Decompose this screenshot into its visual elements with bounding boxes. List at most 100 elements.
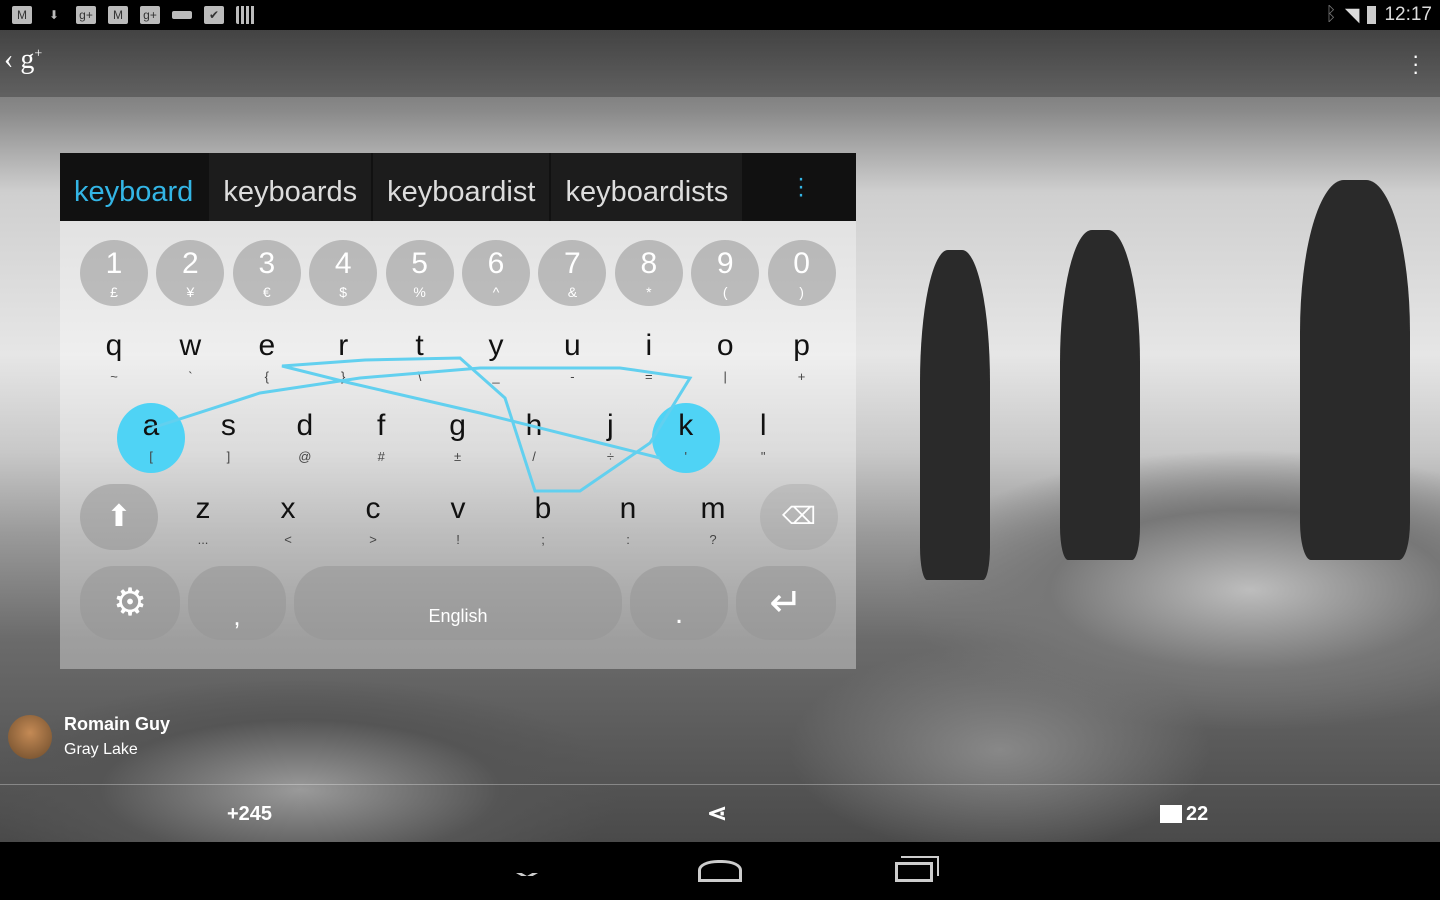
plus-one-button[interactable]: +245	[227, 803, 272, 826]
key-secondary-label: %	[413, 284, 426, 300]
period-label: .	[674, 597, 684, 630]
suggestions-more-icon[interactable]: · · ·	[796, 167, 806, 207]
key-secondary-label: (	[722, 284, 728, 300]
space-key[interactable]: English	[294, 566, 622, 640]
key-s[interactable]: s]	[193, 403, 263, 473]
post-footer: +245 ⋖ 22	[0, 784, 1440, 842]
key-w[interactable]: w `	[155, 323, 225, 393]
key-y[interactable]: y _	[461, 323, 531, 393]
key-9[interactable]: 9(	[691, 240, 760, 306]
suggestion[interactable]: keyboards	[209, 153, 372, 221]
suggestion[interactable]: keyboard	[60, 153, 208, 221]
clock: 12:17	[1384, 4, 1432, 25]
key-secondary-label: £	[110, 284, 118, 300]
key-secondary-label: "	[760, 449, 766, 464]
key-2[interactable]: 2 ¥	[156, 240, 225, 306]
enter-key[interactable]: ↵	[736, 566, 836, 640]
key-g[interactable]: g ±	[423, 403, 493, 473]
up-button[interactable]: ‹ g+	[4, 44, 42, 76]
hide-keyboard-icon[interactable]	[510, 866, 544, 876]
key-label: 3	[258, 247, 276, 280]
key-p[interactable]: p +	[767, 323, 837, 393]
key-label: o	[716, 329, 734, 362]
key-secondary-label: ~	[110, 369, 118, 384]
key-j[interactable]: j ÷	[575, 403, 645, 473]
key-i[interactable]: i =	[614, 323, 684, 393]
author-name[interactable]: Romain Guy	[64, 714, 170, 735]
key-label: w	[179, 329, 202, 362]
key-7[interactable]: 7 &	[538, 240, 607, 306]
key-h[interactable]: h /	[499, 403, 569, 473]
key-secondary-label: /	[532, 449, 536, 464]
key-n[interactable]: n:	[593, 486, 663, 556]
key-label: e	[258, 329, 276, 362]
period-key[interactable]: .	[630, 566, 728, 640]
recents-icon[interactable]	[895, 862, 933, 882]
key-label: d	[296, 409, 314, 442]
key-x[interactable]: x <	[253, 486, 323, 556]
suggestion[interactable]: keyboardist	[373, 153, 550, 221]
key-o[interactable]: o |	[690, 323, 760, 393]
key-label: 6	[487, 247, 505, 280]
key-l[interactable]: l "	[728, 403, 798, 473]
photo-attribution[interactable]: Romain Guy Gray Lake	[8, 714, 170, 759]
key-t[interactable]: t \	[385, 323, 455, 393]
key-k[interactable]: k '	[651, 403, 720, 473]
comments-button[interactable]: 22	[1160, 803, 1208, 826]
overflow-menu-icon[interactable]: · · ·	[1412, 45, 1419, 83]
key-label: u	[564, 329, 581, 362]
key-c[interactable]: c >	[338, 486, 408, 556]
comment-count: 22	[1186, 803, 1209, 825]
key-q[interactable]: q ~	[79, 323, 149, 393]
key-label: 9	[716, 247, 734, 280]
delete-key[interactable]: ⌫	[760, 484, 838, 550]
key-label: f	[377, 409, 386, 442]
key-m[interactable]: m?	[678, 486, 748, 556]
key-r[interactable]: r}	[308, 323, 378, 393]
key-5[interactable]: 5%	[385, 240, 454, 306]
key-v[interactable]: v!	[423, 486, 493, 556]
key-label: i	[645, 329, 653, 362]
key-d[interactable]: d @	[270, 403, 340, 473]
settings-key[interactable]: ⚙	[80, 566, 180, 640]
key-0[interactable]: 0)	[767, 240, 836, 306]
key-4[interactable]: 4 $	[309, 240, 378, 306]
key-label: v	[450, 492, 466, 525]
comment-icon	[1160, 805, 1182, 823]
share-icon[interactable]: ⋖	[707, 799, 727, 828]
key-8[interactable]: 8 *	[614, 240, 683, 306]
shift-key[interactable]: ⬆	[80, 484, 158, 550]
key-b[interactable]: b;	[508, 486, 578, 556]
navigation-bar	[0, 842, 1440, 900]
key-secondary-label: &	[567, 284, 578, 300]
key-secondary-label: ]	[226, 449, 231, 464]
key-secondary-label: {	[264, 369, 269, 384]
suggestion-strip: keyboard keyboards keyboardist keyboardi…	[60, 153, 856, 221]
suggestion[interactable]: keyboardists	[551, 153, 743, 221]
keyboard: keyboard keyboards keyboardist keyboardi…	[60, 153, 856, 669]
key-6[interactable]: 6 ^	[462, 240, 530, 306]
key-label: 4	[334, 247, 352, 280]
comma-label: ,	[233, 601, 241, 631]
keyboard-icon	[172, 11, 192, 19]
comma-key[interactable]: ,	[188, 566, 286, 640]
key-label: 2	[182, 247, 199, 280]
key-secondary-label: ^	[492, 284, 500, 300]
key-e[interactable]: e{	[232, 323, 302, 393]
key-f[interactable]: f #	[346, 403, 416, 473]
tree	[1060, 230, 1140, 560]
home-icon[interactable]	[698, 860, 742, 882]
key-a[interactable]: a[	[117, 403, 185, 473]
key-label: t	[415, 329, 424, 362]
key-3[interactable]: 3 €	[232, 240, 301, 306]
wifi-icon: ◥	[1344, 4, 1360, 26]
key-z[interactable]: z...	[168, 486, 238, 556]
avatar[interactable]	[8, 714, 52, 759]
key-secondary-label: _	[492, 369, 500, 384]
key-label: 1	[105, 247, 123, 280]
key-1[interactable]: 1 £	[80, 240, 148, 306]
key-secondary-label: ?	[709, 532, 717, 547]
key-u[interactable]: u-	[537, 323, 607, 393]
key-secondary-label: }	[341, 369, 346, 384]
gmail-icon: M	[12, 6, 32, 24]
